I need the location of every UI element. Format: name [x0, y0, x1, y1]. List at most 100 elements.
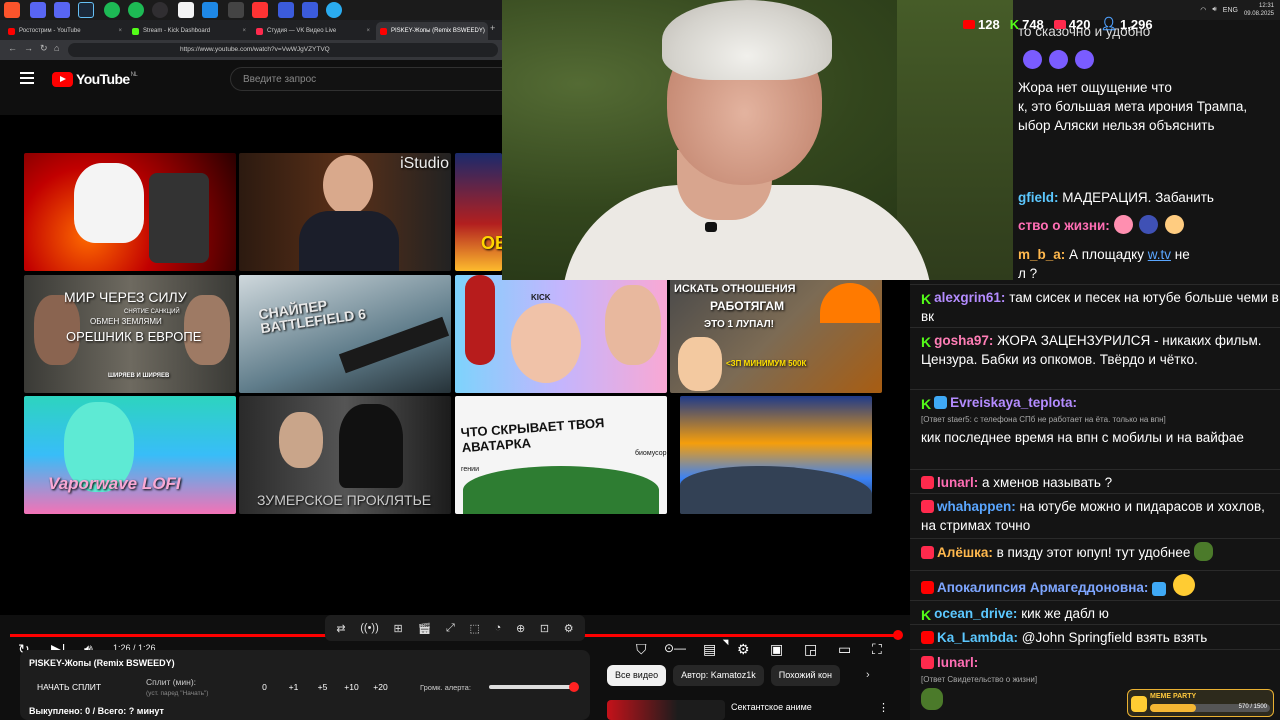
chat-nick[interactable]: whahappen:: [937, 499, 1016, 514]
spotify-icon[interactable]: [104, 2, 120, 18]
obs-icon[interactable]: [152, 2, 168, 18]
language-indicator[interactable]: ENG: [1223, 7, 1238, 14]
endscreen-video[interactable]: KICK: [455, 275, 667, 393]
split-add-button[interactable]: +20: [366, 682, 395, 692]
settings-icon[interactable]: ⚙: [737, 641, 750, 658]
app-icon[interactable]: [202, 2, 218, 18]
endscreen-video[interactable]: [24, 153, 236, 271]
chip-all-videos[interactable]: Все видео: [607, 665, 667, 686]
recommended-thumbnail[interactable]: [607, 700, 725, 720]
search-input[interactable]: Введите запрос: [230, 67, 520, 91]
close-tab-icon[interactable]: ×: [242, 28, 246, 34]
clock[interactable]: 12:31 09.08.2025: [1244, 2, 1274, 18]
emote-icon: [1074, 50, 1094, 69]
webcam-overlay: [502, 0, 1013, 280]
add-frame-icon[interactable]: ⊕: [516, 622, 525, 635]
tab-active-video[interactable]: PISKEY-Жопы (Remix BSWEEDY) ×: [376, 22, 488, 40]
chat-nick[interactable]: m_b_a:: [1018, 247, 1065, 262]
chat-nick[interactable]: lunarl:: [937, 655, 978, 670]
chip-similar[interactable]: Похожий кон: [770, 665, 841, 686]
app-icon[interactable]: [326, 2, 342, 18]
app-icon[interactable]: [252, 2, 268, 18]
split-add-button[interactable]: +1: [279, 682, 308, 692]
back-icon[interactable]: ←: [8, 43, 17, 53]
chat-message-fragment: к, это большая мета ирония Трампа,: [1018, 99, 1248, 114]
broadcast-icon[interactable]: ((•)): [360, 622, 379, 634]
chat-nick[interactable]: Алёшка:: [937, 545, 993, 560]
endscreen-video[interactable]: ОБ: [455, 153, 502, 271]
app-icon[interactable]: [228, 2, 244, 18]
loop-icon[interactable]: ⇄: [336, 622, 345, 635]
chat-nick[interactable]: Апокалипсия Армагеддоновна:: [937, 580, 1148, 595]
alert-volume-slider[interactable]: [489, 685, 577, 689]
miniplayer-icon[interactable]: ▣: [770, 641, 783, 658]
endscreen-video[interactable]: ИСКАТЬ ОТНОШЕНИЯ РАБОТЯГАМ ЭТО 1 ЛУПАЛ! …: [670, 275, 882, 393]
start-split-button[interactable]: НАЧАТЬ СПЛИТ: [37, 682, 101, 692]
split-add-button[interactable]: +10: [337, 682, 366, 692]
fullscreen-icon[interactable]: ⛶: [872, 641, 882, 658]
crop-icon[interactable]: ⬚: [470, 622, 480, 635]
forward-icon[interactable]: →: [24, 43, 33, 53]
reload-icon[interactable]: ↻: [40, 43, 48, 54]
pip-icon[interactable]: ◲: [804, 641, 817, 658]
split-add-button[interactable]: +5: [308, 682, 337, 692]
tab-kick[interactable]: Stream - Kick Dashboard ×: [128, 22, 250, 40]
autoplay-toggle[interactable]: ⊙—: [664, 641, 686, 655]
aspect-icon[interactable]: ⤢: [446, 622, 455, 635]
wifi-icon[interactable]: ◠: [1200, 6, 1206, 14]
brave-icon[interactable]: [4, 2, 20, 18]
chat-divider: [910, 389, 1280, 390]
speed-icon[interactable]: ◔: [495, 622, 502, 634]
menu-icon[interactable]: [20, 72, 34, 84]
screenshot-icon[interactable]: ⊡: [540, 622, 549, 635]
chat-nick[interactable]: alexgrin61:: [934, 290, 1005, 305]
progress-scrubber[interactable]: [893, 630, 903, 640]
endscreen-video[interactable]: МИР ЧЕРЕЗ СИЛУ СНЯТИЕ САНКЦИЙ ОБМЕН ЗЕМЛ…: [24, 275, 236, 393]
close-tab-icon[interactable]: ×: [118, 28, 122, 34]
chat-nick[interactable]: lunarl:: [937, 475, 978, 490]
app-icon[interactable]: [278, 2, 294, 18]
clapper-icon[interactable]: 🎬︎: [417, 622, 431, 635]
endscreen-video[interactable]: iStudio: [239, 153, 451, 271]
subtitles-icon[interactable]: ▤: [703, 641, 716, 658]
chat-link[interactable]: w.tv: [1148, 247, 1171, 262]
theater-icon[interactable]: ▭: [838, 641, 851, 658]
tab-vk[interactable]: Студия — VK Видео Live ×: [252, 22, 374, 40]
recommended-title[interactable]: Сектантское аниме: [731, 702, 812, 712]
chat-nick[interactable]: ocean_drive:: [934, 606, 1017, 621]
vk-favicon: [256, 27, 263, 35]
screen: ◠ 🔊︎ ENG 12:31 09.08.2025 Ростострим - Y…: [0, 0, 1280, 720]
chat-nick[interactable]: gosha97:: [934, 333, 993, 348]
watch-later-icon[interactable]: ⊞: [393, 622, 402, 635]
chat-nick[interactable]: gfield:: [1018, 190, 1059, 205]
gear-icon[interactable]: ⚙: [564, 622, 574, 635]
steam-icon[interactable]: [78, 2, 94, 18]
more-options-icon[interactable]: ⋮: [878, 701, 889, 714]
discord-icon[interactable]: [54, 2, 70, 18]
endscreen-video[interactable]: ЗУМЕРСКОЕ ПРОКЛЯТЬЕ: [239, 396, 451, 514]
endscreen-video[interactable]: [680, 396, 872, 514]
chip-author[interactable]: Автор: Kamatoz1k: [673, 665, 764, 686]
home-icon[interactable]: ⌂: [54, 43, 59, 53]
address-bar[interactable]: https://www.youtube.com/watch?v=VwWJgVZY…: [68, 43, 498, 57]
emote-icon: [1048, 50, 1068, 69]
app-icon[interactable]: [178, 2, 194, 18]
chat-nick[interactable]: ство о жизни:: [1018, 218, 1110, 233]
endscreen-video[interactable]: Vaporwave LOFI: [24, 396, 236, 514]
chat-nick[interactable]: Ka_Lambda:: [937, 630, 1018, 645]
chevron-right-icon[interactable]: ›: [866, 669, 870, 681]
close-tab-icon[interactable]: ×: [366, 28, 370, 34]
discord-icon[interactable]: [30, 2, 46, 18]
youtube-play-icon: [52, 71, 73, 87]
alert-volume-knob[interactable]: [569, 682, 579, 692]
chat-nick[interactable]: Evreiskaya_teplota:: [950, 395, 1077, 410]
new-tab-button[interactable]: +: [490, 23, 495, 33]
endscreen-video[interactable]: СНАЙПЕР BATTLEFIELD 6: [239, 275, 451, 393]
tab-youtube[interactable]: Ростострим - YouTube ×: [4, 22, 126, 40]
endscreen-video[interactable]: ЧТО СКРЫВАЕТ ТВОЯ АВАТАРКА гении биомусо…: [455, 396, 667, 514]
spotify-icon[interactable]: [128, 2, 144, 18]
app-icon[interactable]: [302, 2, 318, 18]
youtube-logo[interactable]: YouTube NL: [52, 71, 138, 87]
volume-icon[interactable]: 🔊︎: [1212, 6, 1216, 14]
shield-play-icon[interactable]: ⛉: [636, 641, 647, 658]
